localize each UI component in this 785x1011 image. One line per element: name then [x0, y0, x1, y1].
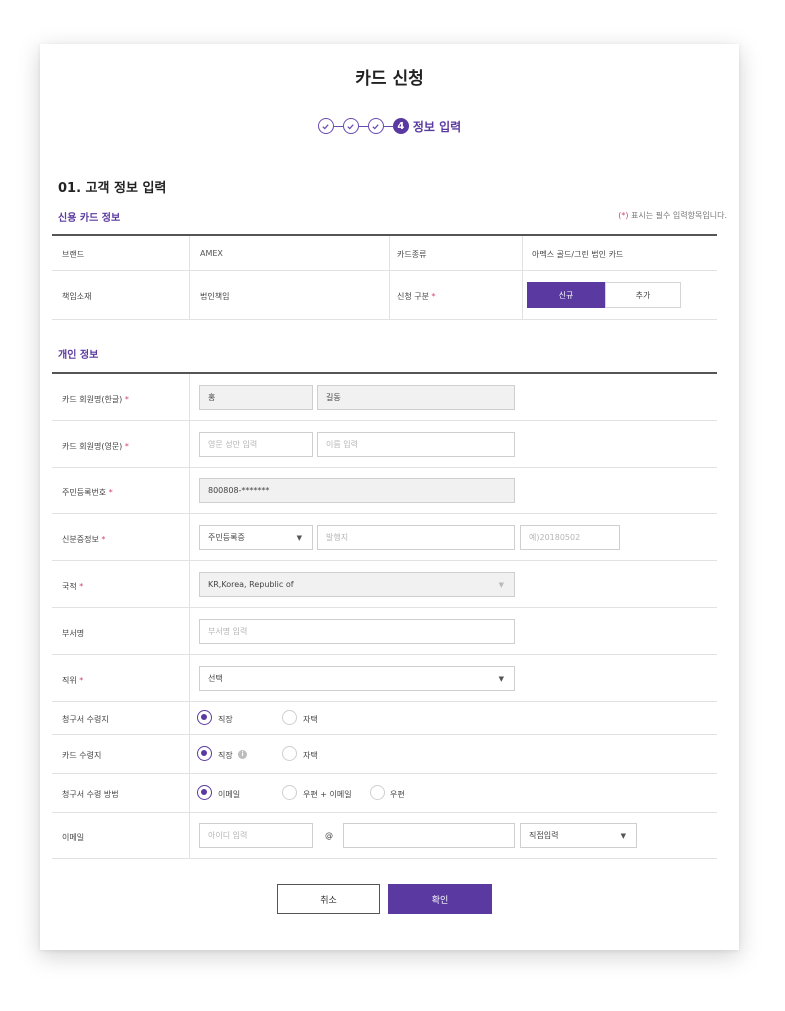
bill-recv-office-label: 직장: [218, 715, 233, 724]
bill-recv-label: 청구서 수령지: [62, 715, 109, 724]
last-name-kr-input[interactable]: 홍: [199, 385, 313, 410]
bill-recv-row: 청구서 수령지 직장 자택: [52, 702, 717, 735]
last-name-en-input[interactable]: 영문 성만 입력: [199, 432, 313, 457]
bill-method-label: 청구서 수령 방법: [62, 790, 119, 799]
card-recv-office-radio[interactable]: [197, 746, 212, 761]
card-recv-home-label: 자택: [303, 751, 318, 760]
apply-type-add-button[interactable]: 추가: [605, 282, 681, 308]
personal-info-title: 개인 정보: [58, 350, 99, 361]
resident-no-input[interactable]: 800808-*******: [199, 478, 515, 503]
email-domain-select[interactable]: 직접입력 ▼: [520, 823, 637, 848]
required-note: (*) 표시는 필수 입력항목입니다.: [618, 210, 727, 221]
id-info-label: 신분증정보 *: [62, 535, 106, 544]
nationality-row: 국적 * KR,Korea, Republic of ▼: [52, 561, 717, 608]
chevron-down-icon: ▼: [620, 831, 626, 840]
bill-method-mail-label: 우편: [390, 790, 405, 799]
info-icon[interactable]: i: [238, 750, 247, 759]
liability-label: 책임소재: [62, 292, 92, 301]
department-label: 부서명: [62, 629, 85, 638]
bill-recv-home-label: 자택: [303, 715, 318, 724]
chevron-down-icon: ▼: [498, 674, 504, 683]
apply-type-label: 신청 구분 *: [397, 292, 436, 301]
liability-value: 법인책임: [200, 292, 230, 301]
required-note-star: (*): [618, 211, 629, 220]
bill-recv-office-radio[interactable]: [197, 710, 212, 725]
nationality-select[interactable]: KR,Korea, Republic of ▼: [199, 572, 515, 597]
position-row: 직위 * 선택 ▼: [52, 655, 717, 702]
bill-method-mail-email-radio[interactable]: [282, 785, 297, 800]
step-3-check-icon: [367, 118, 384, 134]
nationality-label: 국적 *: [62, 582, 84, 591]
page-title: 카드 신청: [355, 69, 424, 89]
card-recv-office-label: 직장: [218, 751, 233, 760]
resident-no-label: 주민등록번호 *: [62, 488, 113, 497]
step-1-check-icon: [317, 118, 334, 134]
bill-method-email-radio[interactable]: [197, 785, 212, 800]
bill-recv-home-radio[interactable]: [282, 710, 297, 725]
card-recv-row: 카드 수령지 직장 i 자택: [52, 735, 717, 774]
step-connector: [333, 125, 343, 127]
name-kr-row: 카드 회원명(한글) * 홍 길동: [52, 374, 717, 421]
brand-value: AMEX: [200, 249, 223, 258]
section-title: 01. 고객 정보 입력: [58, 181, 167, 196]
bill-method-row: 청구서 수령 방법 이메일 우편 + 이메일 우편: [52, 774, 717, 813]
card-type-value: 아멕스 골드/그린 법인 카드: [532, 250, 624, 259]
email-at-sign: @: [325, 831, 333, 840]
resident-no-row: 주민등록번호 * 800808-*******: [52, 468, 717, 514]
credit-card-info-title: 신용 카드 정보: [58, 213, 121, 224]
first-name-en-input[interactable]: 이름 입력: [317, 432, 515, 457]
card-type-label: 카드종류: [397, 250, 427, 259]
position-select[interactable]: 선택 ▼: [199, 666, 515, 691]
department-input[interactable]: 부서명 입력: [199, 619, 515, 644]
card-recv-label: 카드 수령지: [62, 751, 102, 760]
bill-method-mail-email-label: 우편 + 이메일: [303, 790, 352, 799]
issuer-input[interactable]: 발행지: [317, 525, 515, 550]
name-en-label: 카드 회원명(영문) *: [62, 442, 129, 451]
name-kr-label: 카드 회원명(한글) *: [62, 395, 129, 404]
issue-date-input[interactable]: 예)20180502: [520, 525, 620, 550]
step-connector: [358, 125, 368, 127]
liability-row: 책임소재 법인책임 신청 구분 * 신규 추가: [52, 271, 717, 320]
card-recv-home-radio[interactable]: [282, 746, 297, 761]
id-info-row: 신분증정보 * 주민등록증 ▼ 발행지 예)20180502: [52, 514, 717, 561]
card-application-panel: 카드 신청 4 정보 입력 01. 고객 정보 입력 신용 카드 정보 (*) …: [40, 44, 739, 950]
email-row: 이메일 아이디 입력 @ 직접입력 ▼: [52, 813, 717, 859]
confirm-button[interactable]: 확인: [388, 884, 492, 914]
bill-method-mail-radio[interactable]: [370, 785, 385, 800]
current-step-number: 4: [392, 118, 409, 134]
first-name-kr-input[interactable]: 길동: [317, 385, 515, 410]
brand-label: 브랜드: [62, 250, 85, 259]
chevron-down-icon: ▼: [498, 580, 504, 589]
email-label: 이메일: [62, 833, 85, 842]
name-en-row: 카드 회원명(영문) * 영문 성만 입력 이름 입력: [52, 421, 717, 468]
progress-steps: 4 정보 입력: [40, 116, 739, 136]
required-note-text: 표시는 필수 입력항목입니다.: [628, 211, 727, 220]
step-connector: [383, 125, 393, 127]
step-2-check-icon: [342, 118, 359, 134]
email-id-input[interactable]: 아이디 입력: [199, 823, 313, 848]
email-domain-input[interactable]: [343, 823, 515, 848]
apply-type-new-button[interactable]: 신규: [527, 282, 605, 308]
position-label: 직위 *: [62, 676, 84, 685]
chevron-down-icon: ▼: [296, 533, 302, 542]
current-step-label: 정보 입력: [412, 119, 462, 134]
id-type-select[interactable]: 주민등록증 ▼: [199, 525, 313, 550]
department-row: 부서명 부서명 입력: [52, 608, 717, 655]
bill-method-email-label: 이메일: [218, 790, 241, 799]
brand-row: 브랜드 AMEX 카드종류 아멕스 골드/그린 법인 카드: [52, 236, 717, 271]
cancel-button[interactable]: 취소: [277, 884, 380, 914]
